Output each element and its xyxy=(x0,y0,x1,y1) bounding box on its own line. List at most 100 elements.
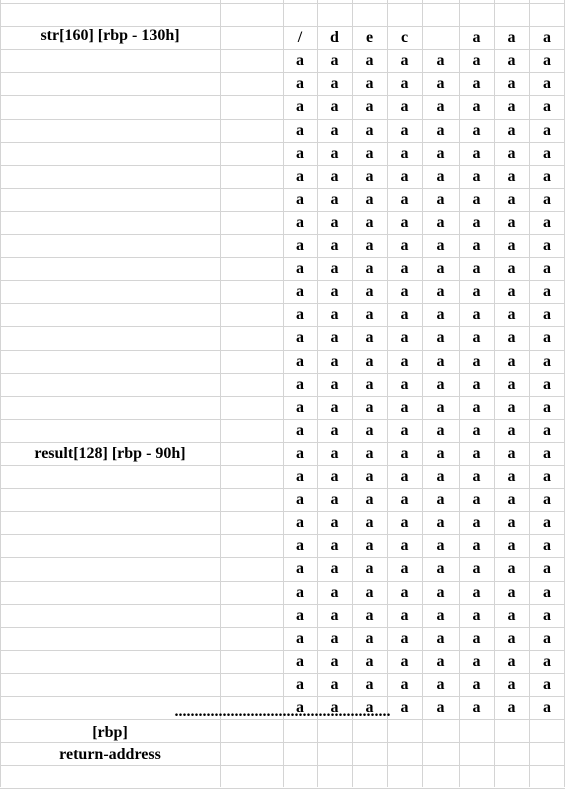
byte-cell: a xyxy=(436,422,445,439)
byte-cell: a xyxy=(472,191,481,208)
byte-cell: a xyxy=(365,630,374,647)
byte-cell: a xyxy=(296,376,304,393)
byte-cell: a xyxy=(543,353,551,370)
byte-cell: a xyxy=(330,145,339,162)
byte-cell: a xyxy=(436,653,445,670)
byte-cell: a xyxy=(365,376,374,393)
byte-cell: a xyxy=(330,98,339,115)
byte-cell: a xyxy=(543,260,551,277)
byte-cell: a xyxy=(436,491,445,508)
byte-cell: a xyxy=(330,214,339,231)
byte-cell: a xyxy=(507,653,516,670)
byte-cell: a xyxy=(436,260,445,277)
rbp-label: [rbp] xyxy=(92,724,128,741)
byte-cell: a xyxy=(400,52,409,69)
byte-cell: a xyxy=(365,283,374,300)
byte-cell: a xyxy=(296,145,304,162)
byte-cell: a xyxy=(543,584,551,601)
byte-cell: a xyxy=(365,422,374,439)
byte-cell: a xyxy=(472,214,481,231)
byte-cell: a xyxy=(400,260,409,277)
byte-cell: a xyxy=(365,237,374,254)
byte-cell: a xyxy=(436,514,445,531)
byte-cell: a xyxy=(436,237,445,254)
byte-cell: a xyxy=(472,537,481,554)
byte-cell: a xyxy=(507,260,516,277)
byte-cell: a xyxy=(400,237,409,254)
byte-cell: a xyxy=(365,52,374,69)
byte-cell: a xyxy=(296,306,304,323)
byte-cell: a xyxy=(472,468,481,485)
byte-cell: a xyxy=(330,353,339,370)
byte-cell: a xyxy=(330,376,339,393)
byte-cell: a xyxy=(330,422,339,439)
byte-cell: a xyxy=(365,353,374,370)
byte-cell: a xyxy=(296,422,304,439)
byte-cell: a xyxy=(543,122,551,139)
byte-cell: a xyxy=(365,122,374,139)
str-label: str[160] [rbp - 130h] xyxy=(40,27,180,44)
byte-cell: a xyxy=(436,630,445,647)
byte-cell: a xyxy=(400,399,409,416)
byte-cell: a xyxy=(330,75,339,92)
byte-cell: a xyxy=(543,191,551,208)
byte-cell: a xyxy=(472,122,481,139)
byte-cell: a xyxy=(365,584,374,601)
byte-cell: a xyxy=(507,422,516,439)
byte-cell: a xyxy=(296,283,304,300)
byte-cell: a xyxy=(365,168,374,185)
byte-cell: a xyxy=(365,214,374,231)
byte-cell: a xyxy=(296,399,304,416)
byte-cell: a xyxy=(296,584,304,601)
byte-cell: a xyxy=(400,491,409,508)
byte-cell: a xyxy=(400,75,409,92)
byte-cell: a xyxy=(330,283,339,300)
byte-cell: a xyxy=(543,653,551,670)
byte-cell: a xyxy=(436,283,445,300)
byte-cell: a xyxy=(507,122,516,139)
byte-cell: a xyxy=(472,283,481,300)
byte-cell: a xyxy=(400,329,409,346)
byte-cell: a xyxy=(436,214,445,231)
byte-cell: a xyxy=(472,75,481,92)
byte-cell: a xyxy=(543,283,551,300)
byte-cell: a xyxy=(365,514,374,531)
byte-cell: a xyxy=(507,468,516,485)
byte-cell: a xyxy=(365,607,374,624)
byte-cell: a xyxy=(330,584,339,601)
byte-cell: a xyxy=(472,168,481,185)
byte-cell: a xyxy=(507,191,516,208)
byte-cell: a xyxy=(365,468,374,485)
byte-cell: a xyxy=(543,514,551,531)
byte-cell: a xyxy=(436,75,445,92)
byte-cell: a xyxy=(543,75,551,92)
byte-cell: a xyxy=(296,676,304,693)
byte-cell: a xyxy=(330,399,339,416)
byte-cell: a xyxy=(472,653,481,670)
byte-cell: a xyxy=(296,168,304,185)
byte-cell: a xyxy=(472,98,481,115)
byte-cell: a xyxy=(507,560,516,577)
byte-cell: a xyxy=(330,306,339,323)
byte-cell: a xyxy=(330,237,339,254)
byte-cell: a xyxy=(330,191,339,208)
byte-cell: a xyxy=(543,237,551,254)
byte-cell: a xyxy=(472,52,481,69)
byte-cell: a xyxy=(543,145,551,162)
byte-cell: a xyxy=(507,75,516,92)
byte-cell: a xyxy=(472,399,481,416)
grid-row-line xyxy=(0,742,565,743)
byte-cell: a xyxy=(436,52,445,69)
byte-cell: a xyxy=(543,306,551,323)
byte-cell: a xyxy=(543,52,551,69)
byte-cell: a xyxy=(296,445,304,462)
byte-cell: a xyxy=(436,191,445,208)
byte-cell: a xyxy=(330,676,339,693)
byte-cell-header: e xyxy=(365,29,374,46)
byte-cell: a xyxy=(507,537,516,554)
byte-cell: a xyxy=(296,237,304,254)
byte-cell: a xyxy=(296,537,304,554)
byte-cell: a xyxy=(472,237,481,254)
byte-cell: a xyxy=(400,422,409,439)
byte-cell: a xyxy=(436,584,445,601)
